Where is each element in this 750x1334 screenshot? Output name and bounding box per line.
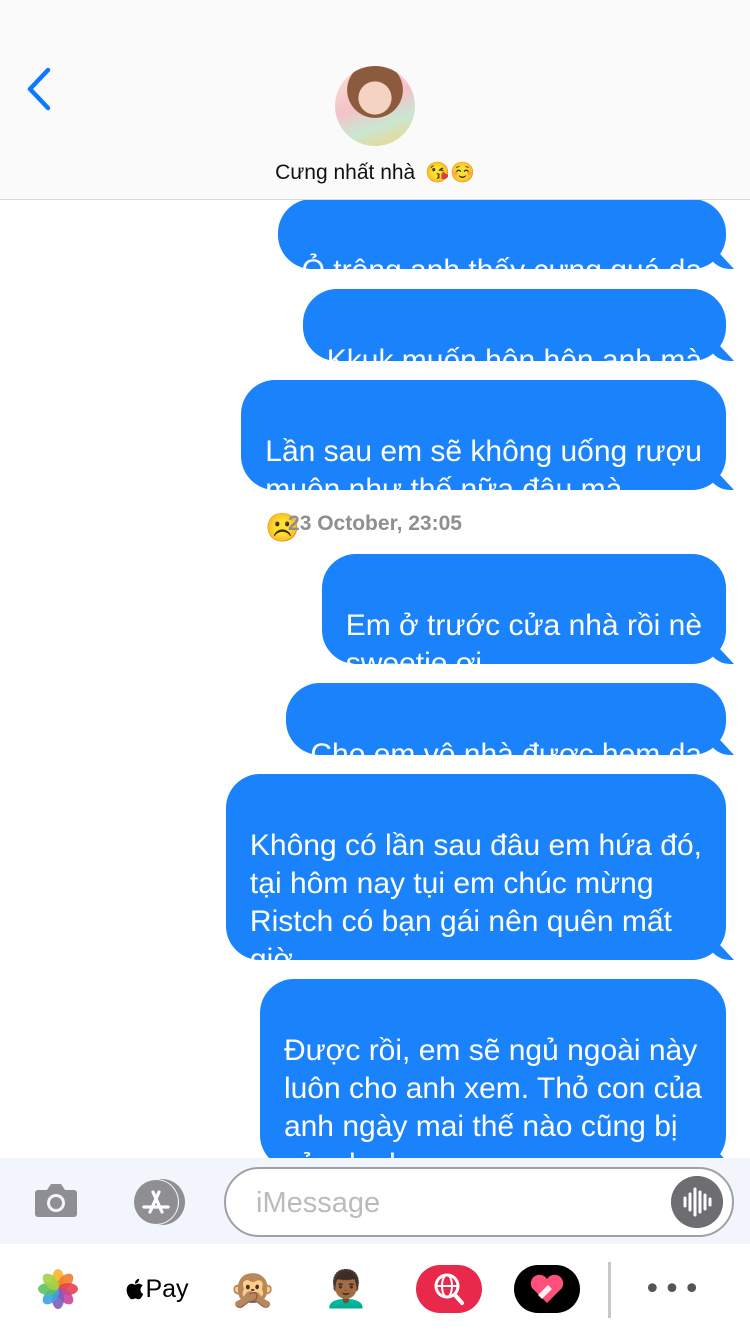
drawer-divider — [608, 1262, 611, 1318]
message-text: Được rồi, em sẽ ngủ ngoài này luôn cho a… — [283, 1034, 702, 1158]
monkey-emoji: 🙊 — [229, 1266, 277, 1311]
animoji-icon[interactable]: 🙊 — [223, 1264, 283, 1314]
message-bubble[interactable]: Kkuk muốn hôn hôn anh mà — [302, 289, 726, 377]
contact-name[interactable]: Cưng nhất nhà 😘☺️ — [0, 160, 750, 185]
message-bubble[interactable]: Được rồi, em sẽ ngủ ngoài này luôn cho a… — [259, 979, 726, 1158]
message-text: Kkuk muốn hôn hôn anh mà — [326, 344, 702, 377]
message-bubble[interactable]: Không có lần sau đâu em hứa đó, tại hôm … — [225, 774, 726, 976]
camera-icon[interactable] — [32, 1176, 80, 1224]
message-text: Cho em vô nhà được hem dạ — [310, 738, 702, 771]
message-bubble[interactable]: Em ở trước cửa nhà rồi nè sweetie ơi — [321, 554, 726, 680]
message-bubble[interactable]: Ỏ trông anh thấy cưng quá dạ — [277, 200, 726, 287]
more-icon[interactable]: ••• — [643, 1264, 703, 1314]
contact-avatar[interactable] — [335, 66, 415, 146]
apple-pay-icon[interactable]: Pay — [122, 1264, 192, 1314]
apple-pay-label: Pay — [145, 1274, 189, 1303]
voice-message-icon[interactable] — [671, 1176, 723, 1228]
photos-icon[interactable] — [28, 1264, 88, 1314]
memoji-emoji: 👨🏾‍🦱 — [323, 1269, 369, 1310]
message-text: Lần sau em sẽ không uống rượu muộn như t… — [265, 435, 702, 506]
contact-name-label: Cưng nhất nhà — [275, 161, 416, 184]
back-chevron-icon[interactable] — [22, 66, 66, 112]
more-label: ••• — [643, 1271, 703, 1307]
message-bubble[interactable]: Lần sau em sẽ không uống rượu muộn như t… — [241, 380, 726, 543]
contact-name-emojis: 😘☺️ — [425, 162, 475, 184]
message-bubble[interactable]: Cho em vô nhà được hem dạ 🤗 — [286, 683, 726, 808]
message-timestamp: 23 October, 23:05 — [288, 512, 462, 535]
digital-touch-icon[interactable] — [513, 1264, 581, 1314]
message-input-placeholder: iMessage — [256, 1187, 381, 1219]
message-text: Không có lần sau đâu em hứa đó, tại hôm … — [249, 829, 702, 976]
apple-logo-icon — [127, 1278, 144, 1300]
message-input[interactable]: iMessage — [224, 1167, 734, 1237]
message-text: Em ở trước cửa nhà rồi nè sweetie ơi — [345, 609, 702, 680]
memoji-stickers-icon[interactable]: 👨🏾‍🦱 — [316, 1264, 376, 1314]
message-text: Ỏ trông anh thấy cưng quá dạ — [301, 254, 702, 287]
conversation-header: Cưng nhất nhà 😘☺️ — [0, 0, 750, 200]
web-search-icon[interactable] — [415, 1264, 483, 1314]
app-store-icon[interactable] — [126, 1178, 188, 1226]
message-thread[interactable]: Ỏ trông anh thấy cưng quá dạ Kkuk muốn h… — [0, 200, 750, 1158]
